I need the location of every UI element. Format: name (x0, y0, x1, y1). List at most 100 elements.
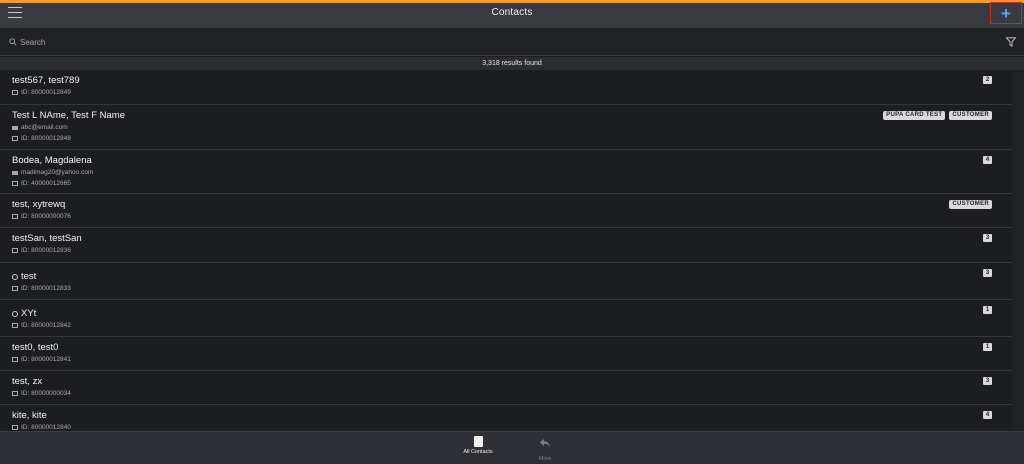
contact-id-line: ID: 80000012849 (12, 87, 1000, 98)
id-card-icon (12, 248, 18, 253)
tab-more-label: More (538, 456, 552, 462)
person-icon (12, 310, 18, 317)
contact-badges: 4 (983, 156, 992, 164)
tag-badge: PUPA CARD TEST (883, 111, 946, 120)
id-card-icon (12, 214, 18, 219)
count-badge: 1 (983, 343, 992, 351)
contact-badges: CUSTOMER (949, 200, 992, 209)
contact-email-line: madimag20@yahoo.com (12, 167, 1000, 178)
contact-badges: 4 (983, 411, 992, 419)
contact-name-line: kite, kite (12, 409, 1000, 422)
contact-name-line: Bodea, Magdalena (12, 154, 1000, 167)
contact-row[interactable]: XYt ID: 80000012842 1 (0, 300, 1012, 337)
tab-all-contacts[interactable]: All Contacts (458, 436, 498, 455)
contact-name: Bodea, Magdalena (12, 155, 92, 166)
contact-id-line: ID: 80000012836 (12, 245, 1000, 256)
id-card-icon (12, 425, 18, 430)
contact-id-line: ID: 80000012841 (12, 354, 1000, 365)
contact-name-line: test, xytrewq (12, 198, 1000, 211)
contact-name: kite, kite (12, 410, 47, 421)
contact-row[interactable]: test ID: 80000012833 3 (0, 263, 1012, 300)
contact-id: ID: 80000000076 (21, 213, 71, 220)
contact-id-line: ID: 80000012848 (12, 133, 1000, 144)
contact-name-line: test, zx (12, 375, 1000, 388)
contact-badges: 1 (983, 343, 992, 351)
tab-all-contacts-label: All Contacts (463, 449, 493, 455)
contact-name-line: test0, test0 (12, 341, 1000, 354)
contact-row[interactable]: test, xytrewq ID: 80000000076 CUSTOMER (0, 194, 1012, 228)
contact-row[interactable]: Test L NAme, Test F Name abc@email.com ID:… (0, 105, 1012, 150)
contact-email: abc@email.com (21, 124, 68, 131)
id-card-icon (12, 323, 18, 328)
search-input[interactable] (20, 35, 920, 50)
id-card-icon (12, 181, 18, 186)
contact-email: madimag20@yahoo.com (21, 169, 94, 176)
contact-id: ID: 80000012833 (21, 285, 71, 292)
mail-icon (12, 170, 18, 175)
tag-badge: CUSTOMER (949, 200, 992, 209)
mail-icon (12, 125, 18, 130)
bottom-tab-bar: All Contacts More (0, 431, 1024, 464)
contact-id: ID: 40000012665 (21, 180, 71, 187)
filter-icon[interactable] (1006, 37, 1016, 47)
count-badge: 3 (983, 269, 992, 277)
contact-badges: 2 (983, 76, 992, 84)
contact-name: testSan, testSan (12, 233, 82, 244)
contact-id: ID: 80000012842 (21, 322, 71, 329)
contact-badges: 3 (983, 377, 992, 385)
contact-badges: 3 (983, 234, 992, 242)
id-card-icon (12, 391, 18, 396)
id-card-icon (12, 286, 18, 291)
count-badge: 1 (983, 306, 992, 314)
contact-badges: 3 (983, 269, 992, 277)
contact-name: test, zx (12, 376, 43, 387)
count-badge: 3 (983, 234, 992, 242)
search-bar (0, 28, 1024, 56)
contact-row[interactable]: test567, test789 ID: 80000012849 2 (0, 70, 1012, 105)
app-header: Contacts + (0, 2, 1024, 28)
list-scrollbar[interactable] (1012, 70, 1024, 431)
results-count: 3,318 results found (0, 57, 1024, 70)
contact-id: ID: 80000000034 (21, 390, 71, 397)
add-contact-button[interactable]: + (990, 2, 1022, 24)
tab-more[interactable]: More (525, 436, 565, 462)
contact-name: test567, test789 (12, 75, 80, 86)
id-card-icon (12, 357, 18, 362)
contact-name: test, xytrewq (12, 199, 66, 210)
contact-row[interactable]: test0, test0 ID: 80000012841 1 (0, 337, 1012, 371)
count-badge: 2 (983, 76, 992, 84)
contact-row[interactable]: kite, kite ID: 80000012840 4 (0, 405, 1012, 431)
contact-id: ID: 80000012840 (21, 424, 71, 431)
contact-id-line: ID: 80000000076 (12, 211, 1000, 222)
person-icon (12, 273, 18, 280)
tag-badge: CUSTOMER (949, 111, 992, 120)
contact-id: ID: 80000012841 (21, 356, 71, 363)
contacts-book-icon (473, 436, 483, 447)
contact-id-line: ID: 80000012833 (12, 283, 1000, 294)
search-icon (9, 38, 17, 46)
contact-name: Test L NAme, Test F Name (12, 110, 125, 121)
contact-name-line: Test L NAme, Test F Name (12, 109, 1000, 122)
contact-name: test (21, 271, 37, 282)
id-card-icon (12, 90, 18, 95)
contact-row[interactable]: testSan, testSan ID: 80000012836 3 (0, 228, 1012, 263)
contact-id-line: ID: 40000012665 (12, 178, 1000, 189)
contacts-list: test567, test789 ID: 80000012849 2 Test L N… (0, 70, 1012, 431)
contact-name: XYt (21, 308, 37, 319)
contact-row[interactable]: test, zx ID: 80000000034 3 (0, 371, 1012, 405)
contact-row[interactable]: Bodea, Magdalena madimag20@yahoo.com ID: 4… (0, 150, 1012, 194)
contact-badges: 1 (983, 306, 992, 314)
contact-name-line: testSan, testSan (12, 232, 1000, 245)
contact-email-line: abc@email.com (12, 122, 1000, 133)
plus-icon: + (1001, 3, 1011, 23)
count-badge: 4 (983, 156, 992, 164)
page-title: Contacts (491, 7, 533, 18)
count-badge: 4 (983, 411, 992, 419)
contact-name-line: XYt (12, 307, 1000, 320)
contact-badges: PUPA CARD TEST CUSTOMER (883, 111, 992, 120)
contact-id-line: ID: 80000012840 (12, 422, 1000, 431)
count-badge: 3 (983, 377, 992, 385)
contact-id-line: ID: 80000012842 (12, 320, 1000, 331)
contact-id: ID: 80000012848 (21, 135, 71, 142)
contact-name: test0, test0 (12, 342, 59, 353)
